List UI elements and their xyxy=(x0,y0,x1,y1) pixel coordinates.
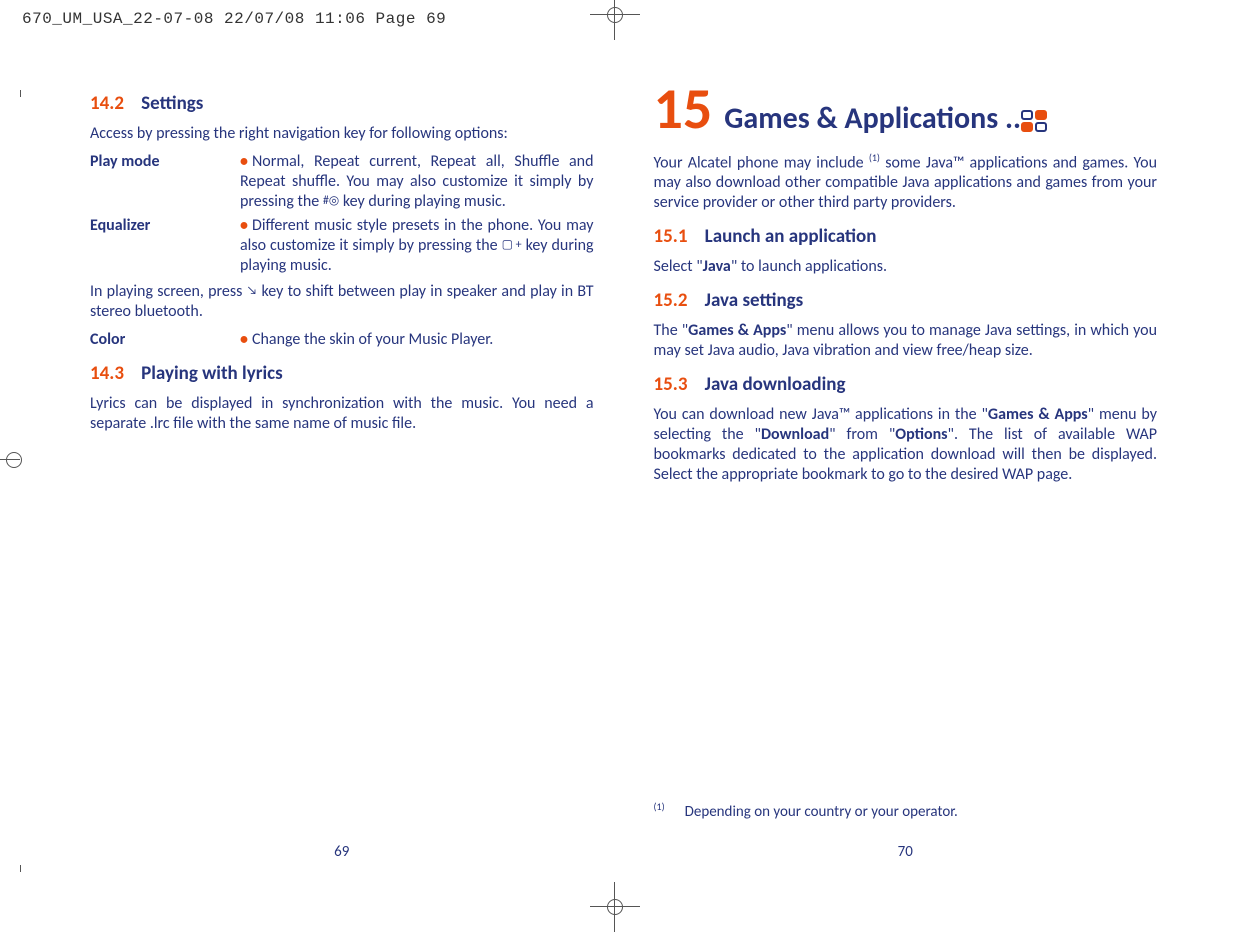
zero-plus-key-icon: ▢ + xyxy=(502,238,522,253)
chapter-number: 15 xyxy=(654,80,713,138)
section-14-2-heading: 14.2 Settings xyxy=(90,92,594,116)
section-14-3-text: Lyrics can be displayed in synchronizati… xyxy=(90,394,594,434)
footnote: (1) Depending on your country or your ope… xyxy=(654,801,958,822)
section-15-1-heading: 15.1 Launch an application xyxy=(654,225,1158,249)
s153-bold1: Games & Apps xyxy=(988,405,1088,424)
crop-mark-corner xyxy=(20,90,21,97)
bullet-icon: • xyxy=(240,152,248,171)
section-title: Java downloading xyxy=(705,373,846,396)
s153-a: You can download new Java™ applications … xyxy=(654,405,988,424)
section-15-2-heading: 15.2 Java settings xyxy=(654,289,1158,313)
chapter-heading: 15 Games & Applications .. xyxy=(654,80,1158,138)
chapter-intro: Your Alcatel phone may include (1) some … xyxy=(654,152,1158,213)
section-title: Launch an application xyxy=(705,225,877,248)
s153-bold3: Options xyxy=(895,425,947,444)
s153-bold2: Download xyxy=(761,425,829,444)
section-15-3-text: You can download new Java™ applications … xyxy=(654,405,1158,485)
section-title: Settings xyxy=(141,92,203,115)
color-text: Change the skin of your Music Player. xyxy=(252,330,493,349)
playmode-label: Play mode xyxy=(90,152,240,212)
footnote-text: Depending on your country or your operat… xyxy=(685,803,958,821)
crop-mark-bottom xyxy=(600,892,630,922)
color-label: Color xyxy=(90,330,240,350)
equalizer-value: •Different music style presets in the ph… xyxy=(240,216,594,276)
s153-c: " from " xyxy=(829,425,895,444)
equalizer-row: Equalizer •Different music style presets… xyxy=(90,216,594,276)
chapter-title: Games & Applications .. xyxy=(724,100,1157,138)
section-number: 14.3 xyxy=(90,362,124,385)
section-14-2-intro: Access by pressing the right navigation … xyxy=(90,124,594,144)
playmode-value: •Normal, Repeat current, Repeat all, Shu… xyxy=(240,152,594,212)
inplay-text-a: In playing screen, press xyxy=(90,282,247,301)
section-number: 15.2 xyxy=(654,289,688,312)
print-meta-header: 670_UM_USA_22-07-08 22/07/08 11:06 Page … xyxy=(22,10,446,28)
section-15-2-text: The "Games & Apps" menu allows you to ma… xyxy=(654,321,1158,361)
section-number: 15.1 xyxy=(654,225,688,248)
footnote-ref: (1) xyxy=(869,151,880,164)
section-title: Java settings xyxy=(705,289,804,312)
equalizer-label: Equalizer xyxy=(90,216,240,276)
apps-grid-icon xyxy=(1021,110,1047,132)
page-number-right: 70 xyxy=(654,843,1158,862)
s151-b: " to launch applications. xyxy=(731,257,887,276)
s151-bold: Java xyxy=(703,257,731,276)
color-value: •Change the skin of your Music Player. xyxy=(240,330,594,350)
page-left: 14.2 Settings Access by pressing the rig… xyxy=(90,80,594,862)
s152-a: The " xyxy=(654,321,689,340)
chapter-title-text: Games & Applications .. xyxy=(724,100,1021,137)
section-14-3-heading: 14.3 Playing with lyrics xyxy=(90,362,594,386)
s152-bold1: Games & Apps xyxy=(688,321,786,340)
crop-mark-top xyxy=(600,0,630,30)
section-title: Playing with lyrics xyxy=(141,362,283,385)
crop-mark-left-circle xyxy=(6,452,22,468)
page-right: 15 Games & Applications .. Your Alcatel … xyxy=(654,80,1158,862)
section-number: 15.3 xyxy=(654,373,688,396)
s151-a: Select " xyxy=(654,257,703,276)
bullet-icon: • xyxy=(240,330,248,349)
page-number-left: 69 xyxy=(90,843,594,862)
section-15-1-text: Select "Java" to launch applications. xyxy=(654,257,1158,277)
playmode-text-b: key during playing music. xyxy=(339,192,506,211)
hash-key-icon: #◎ xyxy=(323,194,339,209)
inplay-note: In playing screen, press ↘ key to shift … xyxy=(90,282,594,322)
section-number: 14.2 xyxy=(90,92,124,115)
intro-a: Your Alcatel phone may include xyxy=(654,153,869,172)
playmode-row: Play mode •Normal, Repeat current, Repea… xyxy=(90,152,594,212)
color-row: Color •Change the skin of your Music Pla… xyxy=(90,330,594,350)
section-15-3-heading: 15.3 Java downloading xyxy=(654,373,1158,397)
send-key-icon: ↘ xyxy=(247,284,258,299)
footnote-marker: (1) xyxy=(654,800,665,813)
crop-mark-corner-bl xyxy=(20,865,21,872)
bullet-icon: • xyxy=(240,216,248,235)
